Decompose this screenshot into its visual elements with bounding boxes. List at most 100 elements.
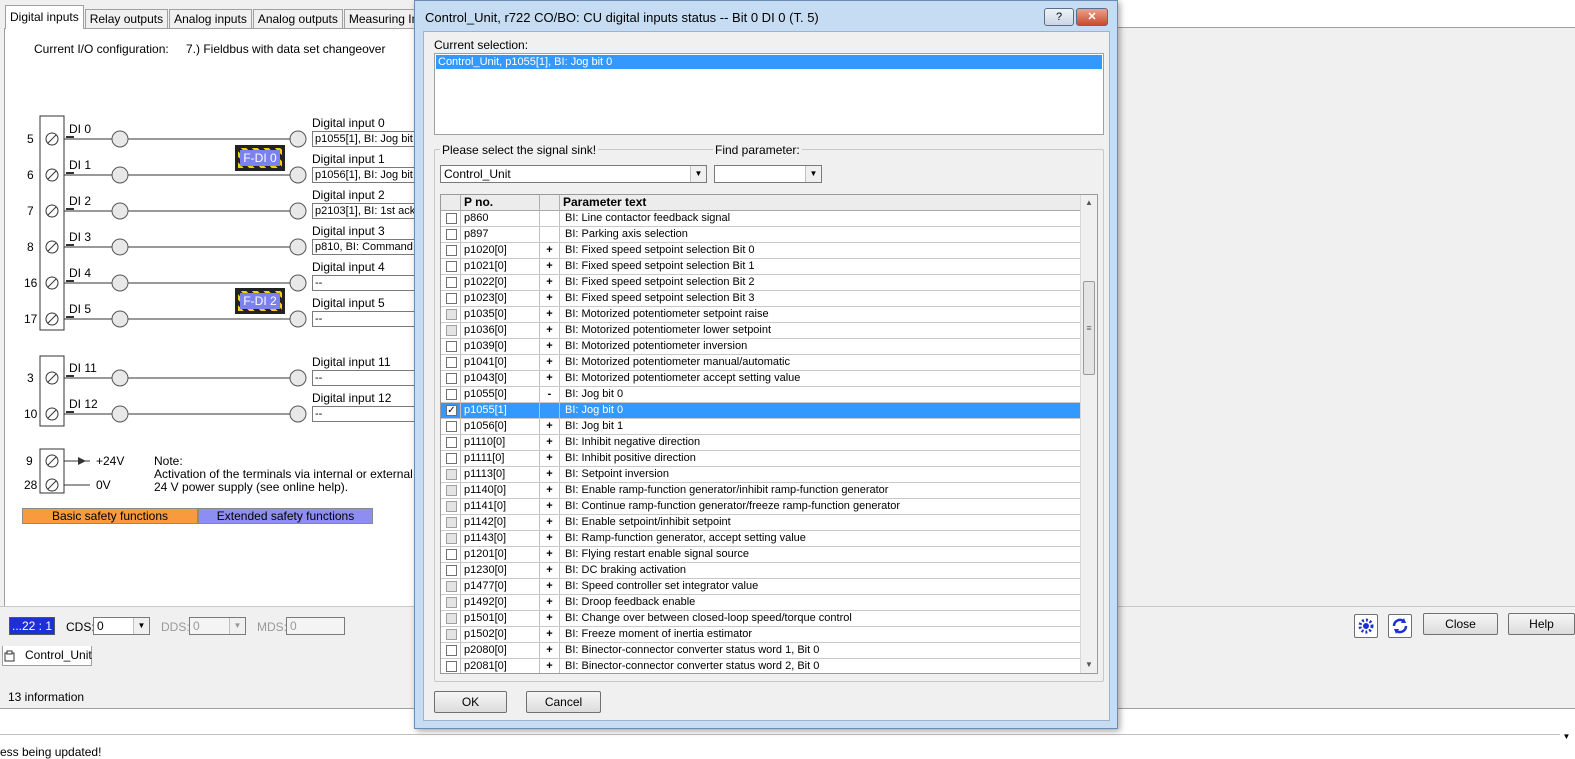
- expand-toggle[interactable]: [540, 211, 560, 226]
- header-parameter-text[interactable]: Parameter text: [560, 195, 1081, 211]
- table-row[interactable]: p1023[0] + BI: Fixed speed setpoint select…: [441, 291, 1081, 307]
- expand-toggle[interactable]: +: [540, 291, 560, 306]
- table-row[interactable]: p1055[0] - BI: Jog bit 0: [441, 387, 1081, 403]
- digital-input-value[interactable]: p2103[1], BI: 1st ack: [312, 203, 416, 219]
- row-checkbox[interactable]: [446, 549, 457, 560]
- row-checkbox[interactable]: [446, 565, 457, 576]
- digital-input-value[interactable]: p810, BI: Command: [312, 239, 416, 255]
- row-checkbox[interactable]: [446, 293, 457, 304]
- expand-toggle[interactable]: +: [540, 595, 560, 610]
- row-checkbox[interactable]: [446, 229, 457, 240]
- table-row[interactable]: p1056[0] + BI: Jog bit 1: [441, 419, 1081, 435]
- row-checkbox[interactable]: [446, 533, 457, 544]
- expand-toggle[interactable]: +: [540, 531, 560, 546]
- digital-input-value[interactable]: p1056[1], BI: Jog bit: [312, 167, 416, 183]
- row-checkbox[interactable]: [446, 261, 457, 272]
- cds-select[interactable]: 0 ▼: [93, 617, 150, 635]
- scroll-thumb[interactable]: ≡: [1083, 281, 1095, 375]
- tab-digital-inputs[interactable]: Digital inputs: [5, 5, 84, 29]
- digital-input-value[interactable]: --: [312, 311, 416, 327]
- current-selection-item[interactable]: Control_Unit, p1055[1], BI: Jog bit 0: [436, 55, 1102, 69]
- row-checkbox[interactable]: ✓: [446, 405, 457, 416]
- row-checkbox[interactable]: [446, 597, 457, 608]
- row-checkbox[interactable]: [446, 309, 457, 320]
- digital-input-value[interactable]: p1055[1], BI: Jog bit: [312, 131, 416, 147]
- table-row[interactable]: ✓ p1055[1] BI: Jog bit 0: [441, 403, 1081, 419]
- ok-button[interactable]: OK: [434, 691, 507, 713]
- dialog-help-button[interactable]: ?: [1044, 8, 1074, 26]
- table-row[interactable]: p1113[0] + BI: Setpoint inversion: [441, 467, 1081, 483]
- table-row[interactable]: p1141[0] + BI: Continue ramp-function gene…: [441, 499, 1081, 515]
- row-checkbox[interactable]: [446, 373, 457, 384]
- row-checkbox[interactable]: [446, 661, 457, 672]
- table-row[interactable]: p1035[0] + BI: Motorized potentiometer set…: [441, 307, 1081, 323]
- table-row[interactable]: p1039[0] + BI: Motorized potentiometer inv…: [441, 339, 1081, 355]
- expand-toggle[interactable]: +: [540, 355, 560, 370]
- expand-toggle[interactable]: +: [540, 499, 560, 514]
- table-row[interactable]: p1142[0] + BI: Enable setpoint/inhibit set…: [441, 515, 1081, 531]
- tab-analog-inputs[interactable]: Analog inputs: [169, 9, 252, 29]
- expand-toggle[interactable]: [540, 403, 560, 418]
- row-checkbox[interactable]: [446, 469, 457, 480]
- table-row[interactable]: p1043[0] + BI: Motorized potentiometer acc…: [441, 371, 1081, 387]
- expand-toggle[interactable]: +: [540, 419, 560, 434]
- row-checkbox[interactable]: [446, 389, 457, 400]
- table-row[interactable]: p1201[0] + BI: Flying restart enable signa…: [441, 547, 1081, 563]
- row-checkbox[interactable]: [446, 645, 457, 656]
- row-checkbox[interactable]: [446, 421, 457, 432]
- signal-sink-select[interactable]: Control_Unit ▼: [440, 165, 707, 183]
- expand-toggle[interactable]: +: [540, 563, 560, 578]
- expand-toggle[interactable]: +: [540, 579, 560, 594]
- expand-toggle[interactable]: +: [540, 371, 560, 386]
- table-row[interactable]: p1036[0] + BI: Motorized potentiometer low…: [441, 323, 1081, 339]
- row-checkbox[interactable]: [446, 501, 457, 512]
- expand-toggle[interactable]: [540, 227, 560, 242]
- table-row[interactable]: p1022[0] + BI: Fixed speed setpoint select…: [441, 275, 1081, 291]
- expand-toggle[interactable]: +: [540, 483, 560, 498]
- row-checkbox[interactable]: [446, 581, 457, 592]
- table-row[interactable]: p897 BI: Parking axis selection: [441, 227, 1081, 243]
- row-checkbox[interactable]: [446, 453, 457, 464]
- table-row[interactable]: p1041[0] + BI: Motorized potentiometer man…: [441, 355, 1081, 371]
- expand-toggle[interactable]: +: [540, 275, 560, 290]
- table-row[interactable]: p2080[0] + BI: Binector-connector converte…: [441, 643, 1081, 659]
- row-checkbox[interactable]: [446, 245, 457, 256]
- table-scrollbar[interactable]: ▲ ≡ ▼: [1080, 195, 1097, 673]
- digital-input-value[interactable]: --: [312, 370, 416, 386]
- row-checkbox[interactable]: [446, 213, 457, 224]
- expand-toggle[interactable]: +: [540, 323, 560, 338]
- row-checkbox[interactable]: [446, 629, 457, 640]
- row-checkbox[interactable]: [446, 325, 457, 336]
- expand-toggle[interactable]: -: [540, 387, 560, 402]
- expand-toggle[interactable]: +: [540, 611, 560, 626]
- table-row[interactable]: p1477[0] + BI: Speed controller set integr…: [441, 579, 1081, 595]
- row-checkbox[interactable]: [446, 437, 457, 448]
- table-row[interactable]: p1140[0] + BI: Enable ramp-function genera…: [441, 483, 1081, 499]
- settings-button[interactable]: [1354, 614, 1378, 638]
- header-pno[interactable]: P no.: [461, 195, 540, 211]
- refresh-button[interactable]: [1388, 614, 1412, 638]
- table-row[interactable]: p2081[0] + BI: Binector-connector converte…: [441, 659, 1081, 673]
- table-row[interactable]: p1492[0] + BI: Droop feedback enable: [441, 595, 1081, 611]
- table-row[interactable]: p1501[0] + BI: Change over between closed-…: [441, 611, 1081, 627]
- expand-toggle[interactable]: +: [540, 547, 560, 562]
- expand-toggle[interactable]: +: [540, 659, 560, 673]
- scroll-down-icon[interactable]: ▼: [1081, 657, 1097, 673]
- tab-relay-outputs[interactable]: Relay outputs: [84, 9, 169, 29]
- table-row[interactable]: p1021[0] + BI: Fixed speed setpoint select…: [441, 259, 1081, 275]
- mds-field[interactable]: 0: [286, 617, 345, 635]
- expand-toggle[interactable]: +: [540, 243, 560, 258]
- row-checkbox[interactable]: [446, 517, 457, 528]
- dds-select[interactable]: 0 ▼: [189, 617, 246, 635]
- row-checkbox[interactable]: [446, 357, 457, 368]
- expand-toggle[interactable]: +: [540, 435, 560, 450]
- expand-toggle[interactable]: +: [540, 307, 560, 322]
- row-checkbox[interactable]: [446, 485, 457, 496]
- expand-toggle[interactable]: +: [540, 451, 560, 466]
- digital-input-value[interactable]: --: [312, 406, 416, 422]
- cancel-button[interactable]: Cancel: [526, 691, 601, 713]
- row-checkbox[interactable]: [446, 341, 457, 352]
- expand-toggle[interactable]: +: [540, 339, 560, 354]
- scroll-up-icon[interactable]: ▲: [1081, 195, 1097, 211]
- table-row[interactable]: p1230[0] + BI: DC braking activation: [441, 563, 1081, 579]
